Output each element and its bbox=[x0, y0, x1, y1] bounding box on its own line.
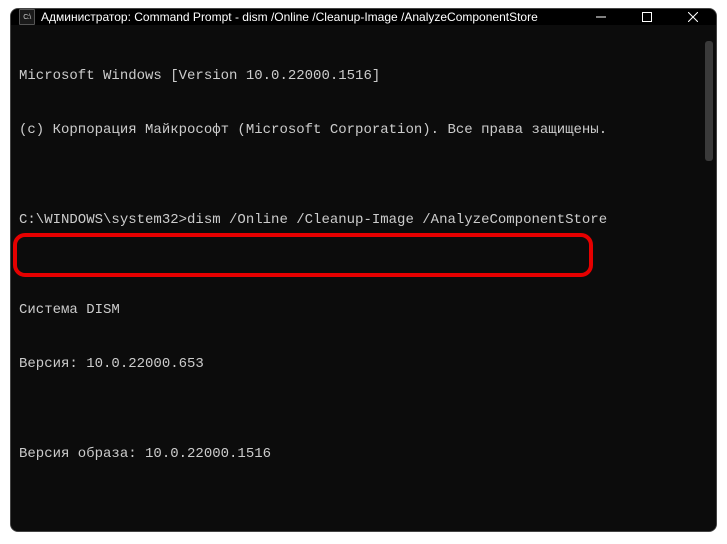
close-icon bbox=[688, 12, 698, 22]
window-title: Администратор: Command Prompt - dism /On… bbox=[41, 10, 538, 24]
output-line: Microsoft Windows [Version 10.0.22000.15… bbox=[19, 67, 708, 85]
output-line: Версия образа: 10.0.22000.1516 bbox=[19, 445, 708, 463]
command-prompt-window: C:\ Администратор: Command Prompt - dism… bbox=[10, 8, 717, 532]
close-button[interactable] bbox=[670, 9, 716, 25]
titlebar[interactable]: C:\ Администратор: Command Prompt - dism… bbox=[11, 9, 716, 25]
cmd-icon: C:\ bbox=[19, 9, 35, 25]
output-line: Cистема DISM bbox=[19, 301, 708, 319]
output-line: (c) Корпорация Майкрософт (Microsoft Cor… bbox=[19, 121, 708, 139]
output-line: Версия: 10.0.22000.653 bbox=[19, 355, 708, 373]
minimize-button[interactable] bbox=[578, 9, 624, 25]
maximize-icon bbox=[642, 12, 652, 22]
terminal-output[interactable]: Microsoft Windows [Version 10.0.22000.15… bbox=[11, 25, 716, 532]
prompt-line: C:\WINDOWS\system32>dism /Online /Cleanu… bbox=[19, 211, 708, 229]
annotation-highlight bbox=[13, 233, 593, 277]
window-controls bbox=[578, 9, 716, 25]
minimize-icon bbox=[596, 12, 606, 22]
maximize-button[interactable] bbox=[624, 9, 670, 25]
vertical-scrollbar[interactable] bbox=[702, 41, 716, 531]
scroll-thumb[interactable] bbox=[705, 41, 713, 161]
